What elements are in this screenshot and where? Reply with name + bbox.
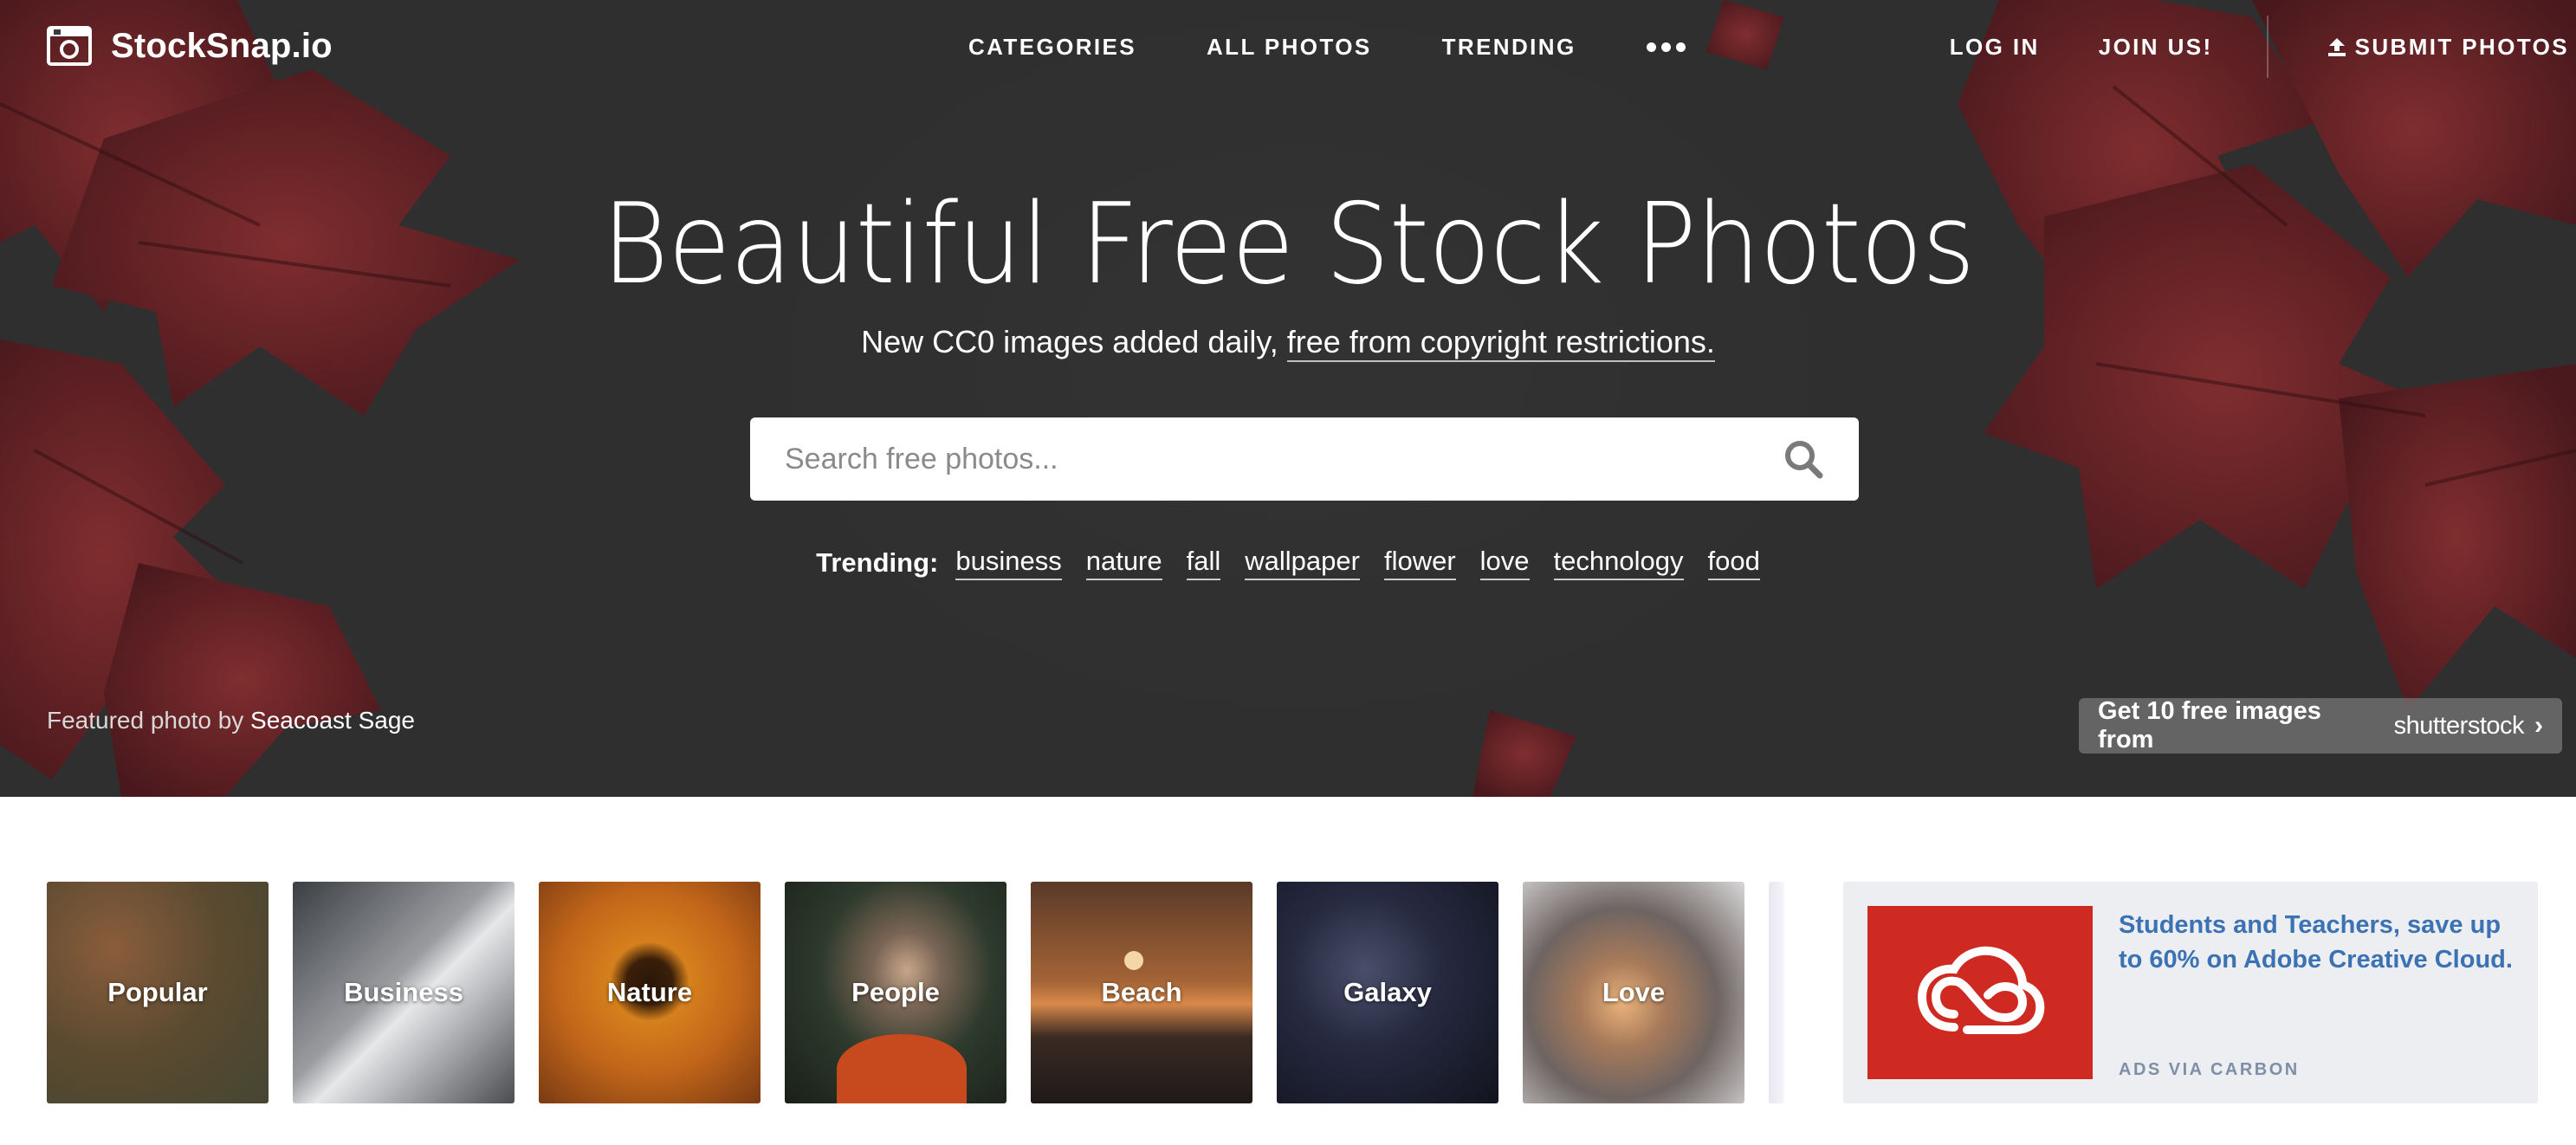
carbon-ad: Students and Teachers, save up to 60% on… bbox=[1843, 882, 2538, 1103]
adobe-creative-cloud-logo[interactable] bbox=[1867, 906, 2093, 1079]
chevron-right-icon: › bbox=[2534, 711, 2543, 740]
hero: StockSnap.io CATEGORIES ALL PHOTOS TREND… bbox=[0, 0, 2576, 797]
trending-tags: Trending: business nature fall wallpaper… bbox=[0, 546, 2576, 580]
join-link[interactable]: JOIN US! bbox=[2099, 34, 2213, 61]
category-tile-love[interactable]: Love bbox=[1523, 882, 1744, 1103]
main-nav: CATEGORIES ALL PHOTOS TRENDING bbox=[968, 33, 1686, 61]
category-tile-business[interactable]: Business bbox=[293, 882, 515, 1103]
shutterstock-logo: shutterstock bbox=[2393, 711, 2525, 740]
category-tile-galaxy[interactable]: Galaxy bbox=[1277, 882, 1498, 1103]
submit-photos-label: SUBMIT PHOTOS bbox=[2354, 33, 2569, 60]
search-input[interactable] bbox=[785, 442, 1783, 476]
more-menu-icon[interactable] bbox=[1646, 33, 1686, 61]
trending-tag[interactable]: love bbox=[1479, 546, 1530, 580]
nav-trending[interactable]: TRENDING bbox=[1442, 34, 1576, 61]
ad-text-link[interactable]: Students and Teachers, save up to 60% on… bbox=[2119, 908, 2517, 977]
category-label: Business bbox=[344, 977, 463, 1007]
category-label: Beach bbox=[1101, 977, 1182, 1007]
copyright-link[interactable]: free from copyright restrictions. bbox=[1286, 324, 1715, 362]
category-label: Galaxy bbox=[1343, 977, 1432, 1007]
category-tile-partial[interactable] bbox=[1769, 882, 1784, 1103]
promo-text: Get 10 free images from bbox=[2098, 697, 2321, 754]
hero-overlay bbox=[0, 0, 2576, 797]
trending-tag[interactable]: fall bbox=[1186, 546, 1221, 580]
camera-icon bbox=[47, 26, 92, 66]
search-bar bbox=[750, 417, 1859, 501]
category-label: Popular bbox=[107, 977, 208, 1007]
featured-author-link[interactable]: Seacoast Sage bbox=[250, 707, 415, 734]
category-tile-people[interactable]: People bbox=[785, 882, 1006, 1103]
trending-tag[interactable]: business bbox=[955, 546, 1062, 580]
trending-label: Trending: bbox=[816, 547, 939, 578]
trending-tag[interactable]: wallpaper bbox=[1245, 546, 1360, 580]
site-logo[interactable]: StockSnap.io bbox=[47, 26, 333, 66]
nav-all-photos[interactable]: ALL PHOTOS bbox=[1207, 34, 1372, 61]
trending-tag[interactable]: flower bbox=[1383, 546, 1456, 580]
login-link[interactable]: LOG IN bbox=[1950, 34, 2040, 61]
featured-prefix: Featured photo by bbox=[47, 707, 251, 734]
category-label: People bbox=[851, 977, 940, 1007]
hero-subtitle-text: New CC0 images added daily, bbox=[861, 324, 1287, 359]
category-label: Nature bbox=[606, 977, 693, 1007]
search-icon[interactable] bbox=[1783, 438, 1824, 480]
category-tile-nature[interactable]: Nature bbox=[539, 882, 761, 1103]
trending-tag[interactable]: technology bbox=[1553, 546, 1684, 580]
trending-tag[interactable]: nature bbox=[1085, 546, 1162, 580]
upload-icon bbox=[2327, 38, 2346, 56]
submit-photos-button[interactable]: SUBMIT PHOTOS bbox=[2327, 34, 2569, 61]
category-tiles: Popular Business Nature People Beach Gal… bbox=[47, 882, 1784, 1103]
shutterstock-promo-button[interactable]: Get 10 free images from shutterstock › bbox=[2079, 697, 2562, 754]
trending-tag[interactable]: food bbox=[1707, 546, 1760, 580]
category-label: Love bbox=[1602, 977, 1666, 1007]
featured-credit: Featured photo by Seacoast Sage bbox=[47, 707, 415, 734]
hero-title: Beautiful Free Stock Photos bbox=[601, 180, 1976, 309]
category-tile-popular[interactable]: Popular bbox=[47, 882, 269, 1103]
hero-subtitle: New CC0 images added daily, free from co… bbox=[0, 324, 2576, 362]
category-tile-beach[interactable]: Beach bbox=[1031, 882, 1252, 1103]
site-name: StockSnap.io bbox=[111, 26, 333, 65]
nav-categories[interactable]: CATEGORIES bbox=[968, 34, 1136, 61]
account-nav: LOG IN JOIN US! SUBMIT PHOTOS bbox=[1891, 16, 2576, 78]
creative-cloud-icon bbox=[1917, 946, 2045, 1034]
nav-divider bbox=[2266, 16, 2269, 78]
ads-via-carbon-link[interactable]: ADS VIA CARBON bbox=[2119, 1060, 2300, 1080]
